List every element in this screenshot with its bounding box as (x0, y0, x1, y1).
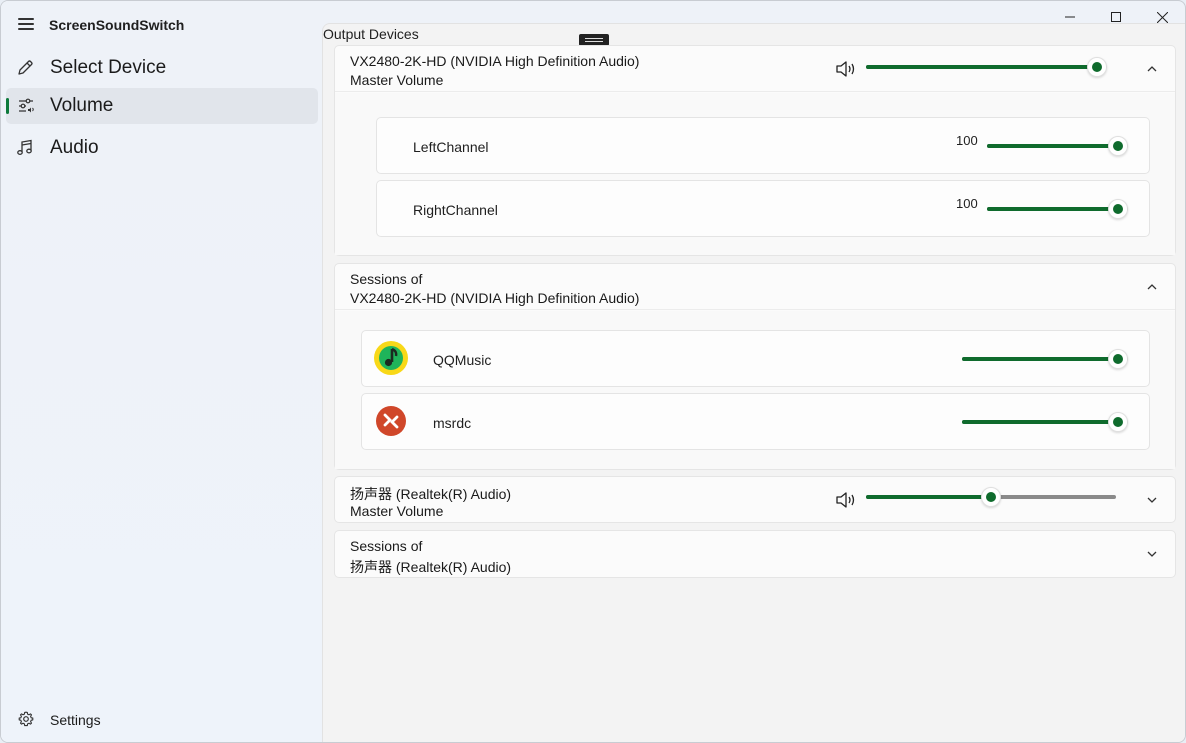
device-card-2: 扬声器 (Realtek(R) Audio) Master Volume (334, 476, 1176, 523)
app-header: ScreenSoundSwitch (1, 1, 322, 51)
app-window: ScreenSoundSwitch Select Device Volume A… (0, 0, 1186, 743)
sidebar-item-label: Audio (50, 137, 99, 158)
sidebar-item-select-device[interactable]: Select Device (6, 50, 318, 86)
sessions-device: 扬声器 (Realtek(R) Audio) (350, 559, 512, 575)
close-icon (1156, 11, 1168, 23)
sessions-prefix: Sessions of (350, 271, 423, 287)
chevron-up-icon[interactable] (1145, 280, 1159, 294)
chevron-up-icon[interactable] (1145, 62, 1159, 76)
maximize-icon (1111, 12, 1121, 22)
channel-value: 100 (956, 133, 978, 148)
device-card: VX2480-2K-HD (NVIDIA High Definition Aud… (334, 45, 1176, 256)
slider-thumb[interactable] (1108, 349, 1128, 369)
sessions-device: VX2480-2K-HD (NVIDIA High Definition Aud… (350, 290, 640, 306)
channel-row-left: LeftChannel 100 (376, 117, 1150, 174)
device-subtitle: Master Volume (350, 503, 444, 519)
sidebar-item-label: Select Device (50, 57, 167, 78)
sessions-prefix: Sessions of (350, 538, 423, 554)
settings-label: Settings (50, 712, 101, 728)
sidebar-item-audio[interactable]: Audio (6, 130, 318, 166)
sessions-card-header[interactable]: Sessions of 扬声器 (Realtek(R) Audio) (335, 531, 1175, 577)
sessions-card-header[interactable]: Sessions of VX2480-2K-HD (NVIDIA High De… (335, 264, 1175, 310)
chevron-down-icon[interactable] (1145, 493, 1159, 507)
speaker-icon[interactable] (835, 491, 857, 509)
remote-desktop-icon (376, 406, 406, 436)
sessions-panel: QQMusic msrdc (335, 311, 1175, 469)
session-app-name: QQMusic (433, 352, 492, 368)
gear-icon (18, 711, 34, 727)
session-row-qqmusic: QQMusic (361, 330, 1150, 387)
hamburger-menu-icon[interactable] (18, 18, 34, 32)
device-name: VX2480-2K-HD (NVIDIA High Definition Aud… (350, 53, 640, 69)
right-channel-slider[interactable] (987, 199, 1128, 219)
slider-thumb[interactable] (1108, 412, 1128, 432)
channel-value: 100 (956, 196, 978, 211)
sessions-card: Sessions of VX2480-2K-HD (NVIDIA High De… (334, 263, 1176, 470)
sidebar-item-volume[interactable]: Volume (6, 88, 318, 124)
slider-thumb[interactable] (1087, 57, 1107, 77)
music-note-icon (17, 139, 32, 155)
device-name: 扬声器 (Realtek(R) Audio) (350, 486, 512, 502)
pencil-icon (18, 60, 33, 75)
slider-thumb[interactable] (981, 487, 1001, 507)
speaker-icon[interactable] (835, 60, 857, 78)
session-app-name: msrdc (433, 415, 472, 431)
channels-panel: LeftChannel 100 RightChannel 100 (335, 93, 1175, 255)
sidebar: ScreenSoundSwitch Select Device Volume A… (1, 1, 322, 742)
qqmusic-icon (374, 341, 408, 375)
app-title: ScreenSoundSwitch (49, 17, 185, 33)
device-card-header[interactable]: 扬声器 (Realtek(R) Audio) Master Volume (335, 477, 1175, 523)
slider-thumb[interactable] (1108, 136, 1128, 156)
device-card-header[interactable]: VX2480-2K-HD (NVIDIA High Definition Aud… (335, 46, 1175, 92)
qqmusic-volume-slider[interactable] (962, 349, 1128, 369)
minimize-icon (1065, 16, 1075, 18)
sidebar-item-settings[interactable]: Settings (6, 701, 318, 737)
sliders-icon (19, 98, 34, 113)
sessions-card-2: Sessions of 扬声器 (Realtek(R) Audio) (334, 530, 1176, 578)
sidebar-item-label: Volume (50, 95, 114, 116)
session-row-msrdc: msrdc (361, 393, 1150, 450)
master-volume-slider[interactable] (866, 57, 1107, 77)
channel-row-right: RightChannel 100 (376, 180, 1150, 237)
msrdc-volume-slider[interactable] (962, 412, 1128, 432)
channel-label: RightChannel (413, 202, 498, 218)
left-channel-slider[interactable] (987, 136, 1128, 156)
chevron-down-icon[interactable] (1145, 547, 1159, 561)
section-title: Output Devices (323, 26, 419, 42)
channel-label: LeftChannel (413, 139, 489, 155)
master-volume-slider[interactable] (866, 487, 1116, 507)
slider-thumb[interactable] (1108, 199, 1128, 219)
active-indicator (6, 98, 9, 114)
device-subtitle: Master Volume (350, 72, 444, 88)
